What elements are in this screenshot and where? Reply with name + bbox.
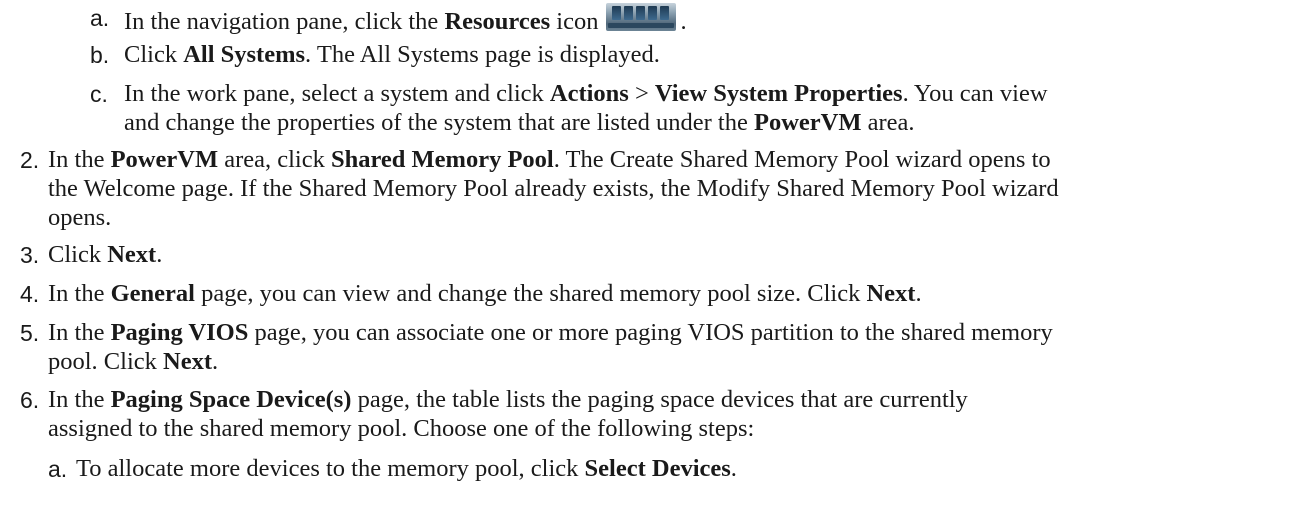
ui-term-next: Next [866, 280, 916, 307]
ui-term-all-systems: All Systems [183, 41, 306, 68]
step-text: In the work pane, select a system and cl… [124, 80, 1048, 107]
step-4: 4. In the General page, you can view and… [0, 276, 1291, 310]
list-marker: b. [90, 42, 110, 68]
list-marker: c. [90, 81, 108, 107]
step-3: 3. Click Next. [0, 237, 1291, 271]
step-5: 5. In the Paging VIOS page, you can asso… [0, 315, 1291, 379]
ui-term-next: Next [163, 348, 212, 375]
substep-navigation-pane: a. In the navigation pane, click the Res… [0, 0, 1291, 37]
step-text: In the navigation pane, click the Resour… [124, 3, 687, 37]
step-text: In the Paging VIOS page, you can associa… [48, 319, 1053, 346]
step-text-continued: pool. Click Next. [48, 348, 219, 375]
substep-select-devices: a. To allocate more devices to the memor… [0, 451, 1291, 485]
list-marker: 6. [20, 387, 40, 413]
step-text: In the PowerVM area, click Shared Memory… [48, 146, 1051, 173]
step-2: 2. In the PowerVM area, click Shared Mem… [0, 142, 1291, 234]
step-text: In the Paging Space Device(s) page, the … [48, 386, 968, 413]
ui-term-paging-vios: Paging VIOS [110, 319, 249, 346]
ui-term-general: General [110, 280, 195, 307]
step-text-continued: and change the properties of the system … [124, 109, 915, 136]
list-marker: 4. [20, 281, 40, 307]
step-text: To allocate more devices to the memory p… [76, 455, 737, 482]
list-marker: 3. [20, 242, 40, 268]
ui-term-paging-space-devices: Paging Space Device(s) [110, 386, 352, 413]
ui-term-next: Next [107, 241, 157, 268]
resources-icon [606, 3, 677, 31]
step-text-continued: the Welcome page. If the Shared Memory P… [48, 175, 1059, 202]
step-text-continued: opens. [48, 204, 112, 231]
ui-term-powervm: PowerVM [110, 146, 219, 173]
list-marker: a. [90, 5, 110, 31]
substep-all-systems: b. Click All Systems. The All Systems pa… [0, 37, 1291, 71]
ui-term-actions: Actions [549, 80, 629, 107]
ui-term-shared-memory-pool: Shared Memory Pool [330, 146, 554, 173]
list-marker: a. [48, 456, 68, 482]
ui-term-resources: Resources [444, 8, 551, 35]
step-text: Click All Systems. The All Systems page … [124, 41, 660, 68]
list-marker: 5. [20, 320, 40, 346]
step-6: 6. In the Paging Space Device(s) page, t… [0, 382, 1291, 446]
step-text: Click Next. [48, 241, 163, 268]
step-text-continued: assigned to the shared memory pool. Choo… [48, 415, 755, 442]
step-text: In the General page, you can view and ch… [48, 280, 922, 307]
ui-term-select-devices: Select Devices [584, 455, 731, 482]
ui-term-powervm: PowerVM [753, 109, 862, 136]
list-marker: 2. [20, 147, 40, 173]
ui-term-view-system-properties: View System Properties [654, 80, 903, 107]
substep-view-properties: c. In the work pane, select a system and… [0, 76, 1291, 140]
